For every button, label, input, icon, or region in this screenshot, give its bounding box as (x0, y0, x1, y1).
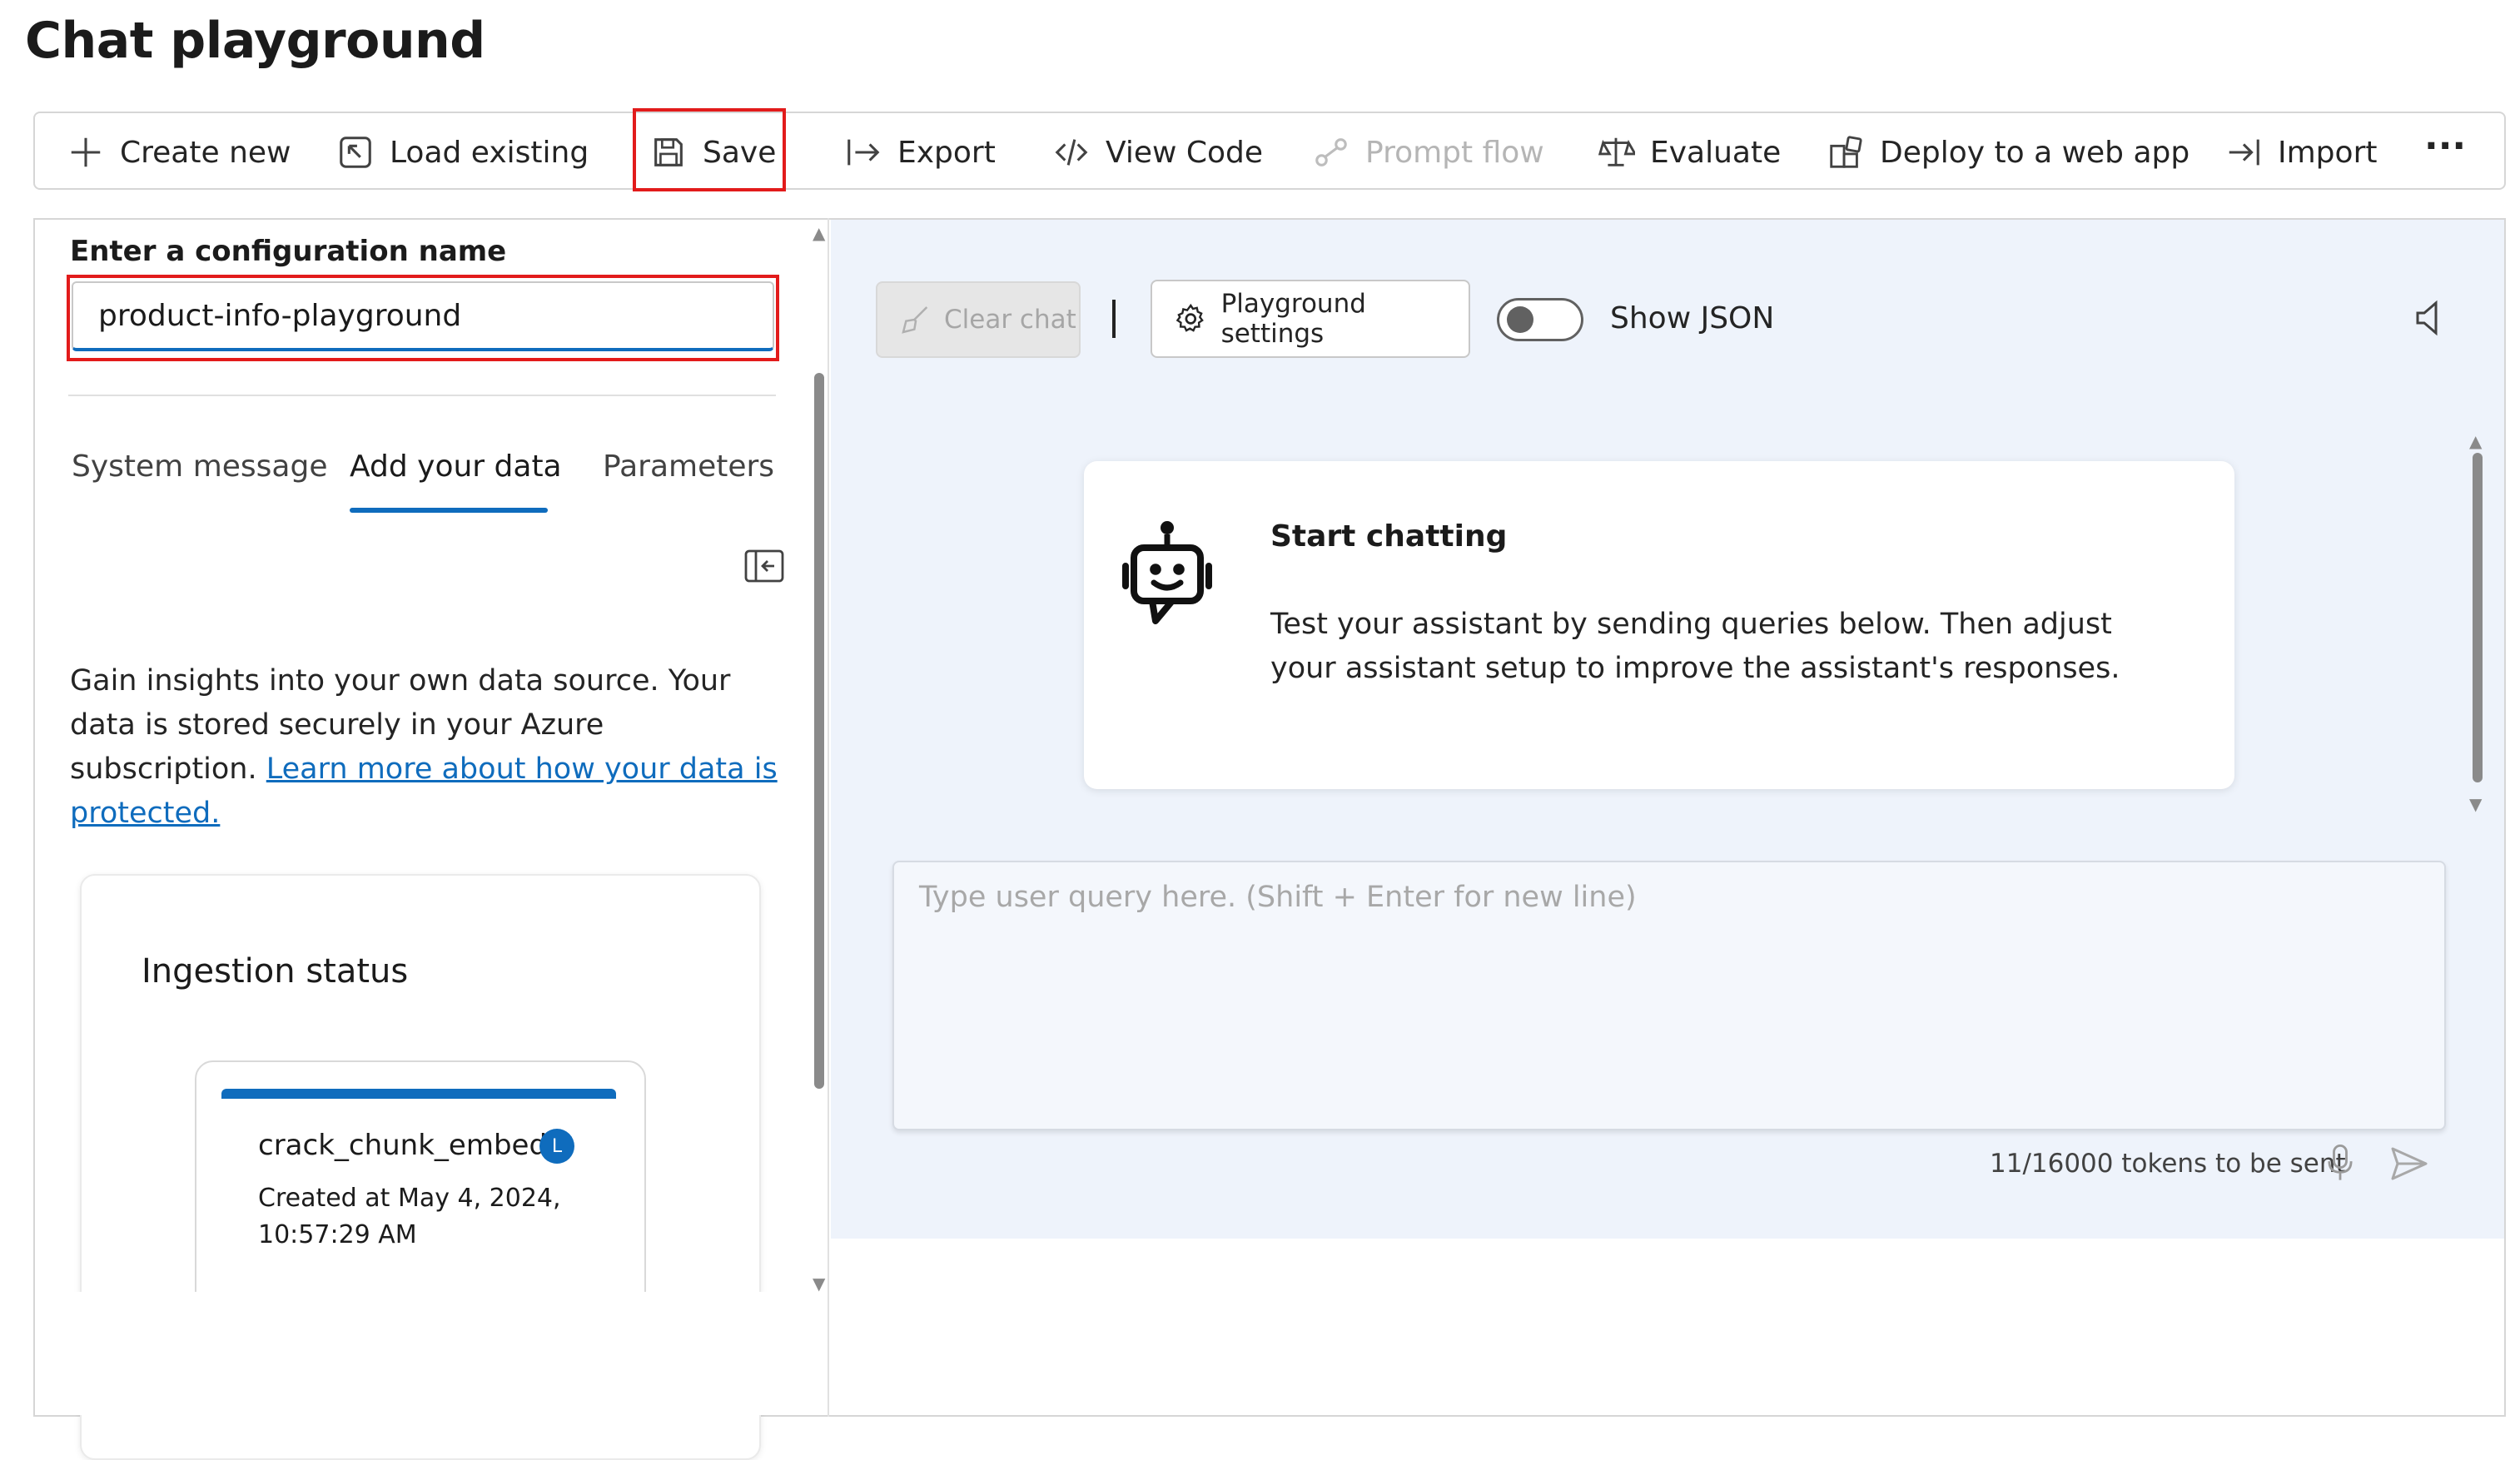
tab-parameters[interactable]: Parameters (603, 449, 774, 484)
export-icon (847, 139, 880, 166)
start-chatting-title: Start chatting (1270, 519, 1508, 554)
playground-settings-button[interactable]: Playground settings (1151, 280, 1470, 358)
flow-icon (1315, 138, 1347, 166)
view-code-label: View Code (1106, 135, 1264, 170)
config-name-input[interactable]: product-info-playground (72, 281, 774, 351)
collapse-panel-icon[interactable] (744, 549, 784, 583)
scroll-clip (35, 1292, 828, 1415)
data-description: Gain insights into your own data source.… (70, 659, 794, 836)
separator (1112, 300, 1116, 338)
chat-scroll-down-icon[interactable]: ▼ (2469, 794, 2482, 814)
ingestion-status-title: Ingestion status (142, 952, 409, 991)
import-label: Import (2278, 135, 2378, 170)
start-chatting-body: Test your assistant by sending queries b… (1270, 608, 2120, 685)
prompt-flow-label: Prompt flow (1365, 135, 1544, 170)
tab-add-your-data[interactable]: Add your data (350, 449, 562, 484)
clear-chat-button[interactable]: Clear chat (876, 281, 1081, 358)
scroll-down-arrow-icon[interactable]: ▼ (813, 1274, 825, 1294)
send-icon[interactable] (2389, 1145, 2429, 1182)
clear-chat-label: Clear chat (944, 305, 1076, 335)
divider (68, 395, 776, 396)
scroll-up-arrow-icon[interactable]: ▲ (813, 223, 825, 243)
prompt-flow-button[interactable]: Prompt flow (1312, 113, 1544, 191)
export-label: Export (897, 135, 996, 170)
active-tab-indicator (350, 508, 548, 513)
more-options-button[interactable]: ··· (2424, 107, 2466, 185)
plus-icon (71, 137, 101, 167)
evaluate-button[interactable]: Evaluate (1597, 113, 1781, 191)
speaker-icon[interactable] (2413, 298, 2446, 338)
import-button[interactable]: Import (2224, 113, 2377, 191)
view-code-button[interactable]: View Code (1052, 113, 1263, 191)
chat-scroll-up-icon[interactable]: ▲ (2469, 431, 2482, 451)
load-existing-button[interactable]: Load existing (336, 113, 589, 191)
code-icon (1055, 139, 1088, 166)
import-icon (2229, 139, 2259, 166)
left-scrollbar[interactable] (814, 373, 824, 1089)
page-title: Chat playground (25, 12, 485, 70)
user-query-placeholder: Type user query here. (Shift + Enter for… (919, 881, 1637, 914)
show-json-label: Show JSON (1610, 301, 1775, 335)
deploy-icon (1830, 136, 1862, 168)
config-name-label: Enter a configuration name (70, 235, 507, 268)
scale-icon (1598, 137, 1635, 166)
deploy-web-app-label: Deploy to a web app (1880, 135, 2190, 170)
job-created-time: Created at May 4, 2024, 10:57:29 AM (258, 1184, 561, 1249)
evaluate-label: Evaluate (1650, 135, 1782, 170)
toggle-knob (1507, 306, 1533, 333)
chat-scrollbar[interactable] (2473, 453, 2483, 782)
tab-system-message[interactable]: System message (72, 449, 327, 484)
job-name: crack_chunk_embed (258, 1129, 548, 1162)
job-progress-bar (221, 1089, 616, 1099)
deploy-web-app-button[interactable]: Deploy to a web app (1827, 113, 2189, 191)
export-button[interactable]: Export (844, 113, 996, 191)
load-icon (340, 137, 371, 168)
save-highlight-box (633, 108, 786, 191)
token-count: 11/16000 tokens to be sent (1990, 1149, 2346, 1179)
broom-icon (902, 306, 928, 334)
playground-settings-label: Playground settings (1220, 289, 1366, 349)
create-new-button[interactable]: Create new (67, 113, 291, 191)
create-new-label: Create new (120, 135, 291, 170)
clock-status-icon: L (539, 1129, 574, 1164)
microphone-icon[interactable] (2328, 1144, 2353, 1182)
gear-icon (1176, 303, 1204, 332)
bot-icon (1122, 521, 1212, 624)
load-existing-label: Load existing (390, 135, 589, 170)
